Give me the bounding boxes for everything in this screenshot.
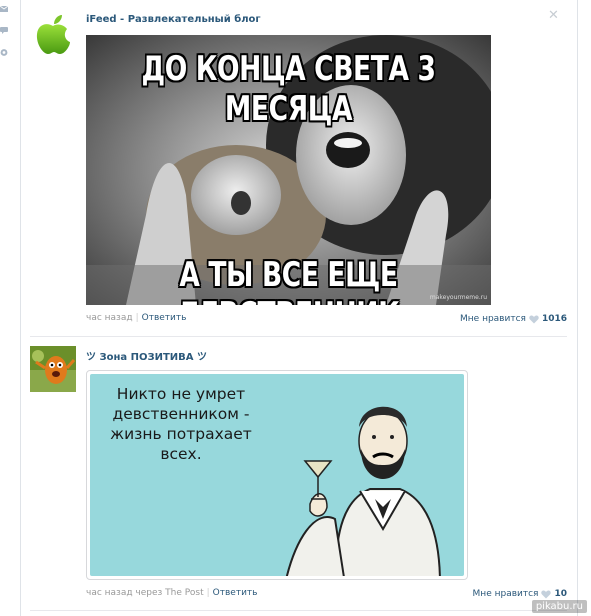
feed-border-left [20, 0, 21, 616]
like-count: 1016 [541, 314, 567, 324]
meme-bottom-caption: А ТЫ ВСЕ ЕЩЕ ДЕВСТВЕННИК [178, 255, 400, 305]
like-button[interactable]: Мне нравится 10 [473, 589, 567, 599]
post-time[interactable]: час назад [86, 313, 133, 323]
cartoon-avatar[interactable] [30, 346, 76, 392]
post-time[interactable]: час назад через The Post [86, 588, 204, 598]
quote-image-card[interactable]: Никто не умрет девственником - жизнь пот… [86, 370, 468, 580]
reply-link[interactable]: Ответить [142, 313, 187, 323]
like-button[interactable]: Мне нравится 1016 [460, 314, 567, 324]
left-rail [0, 0, 10, 616]
pikabu-watermark: pikabu.ru [531, 600, 587, 613]
quote-text: Никто не умрет девственником - жизнь пот… [110, 385, 252, 463]
mail-icon[interactable] [0, 4, 9, 13]
post-author-link[interactable]: ツ Зона ПОЗИТИВА ツ [86, 348, 207, 363]
meme-image[interactable]: ДО КОНЦА СВЕТА 3 МЕСЯЦА А ТЫ ВСЕ ЕЩЕ ДЕВ… [86, 35, 491, 305]
like-label: Мне нравится [472, 589, 539, 599]
quote-image: Никто не умрет девственником - жизнь пот… [90, 374, 464, 576]
apple-logo-avatar[interactable] [30, 12, 76, 58]
heart-icon [529, 315, 539, 323]
meme-watermark: makeyourmeme.ru [429, 294, 487, 301]
close-icon[interactable]: ✕ [548, 8, 559, 23]
feed-border-right [577, 0, 578, 616]
post-author-link[interactable]: iFeed - Развлекательный блог [86, 14, 261, 25]
post-divider [30, 610, 567, 611]
post-meta: час назад | Ответить [86, 313, 187, 323]
like-label: Мне нравится [460, 314, 526, 324]
like-count: 10 [554, 589, 567, 599]
gentleman-illustration [285, 406, 441, 576]
feed-post: ツ Зона ПОЗИТИВА ツ Никто не умрет девстве… [30, 336, 567, 616]
reply-link[interactable]: Ответить [213, 588, 258, 598]
meme-top-caption: ДО КОНЦА СВЕТА 3 МЕСЯЦА [141, 49, 436, 129]
comment-icon[interactable] [0, 26, 9, 35]
gear-icon[interactable] [0, 48, 9, 57]
heart-icon [541, 590, 552, 598]
post-meta: час назад через The Post | Ответить [86, 588, 258, 598]
feed-post: iFeed - Развлекательный блог ✕ ДО КОНЦА … [30, 0, 567, 332]
